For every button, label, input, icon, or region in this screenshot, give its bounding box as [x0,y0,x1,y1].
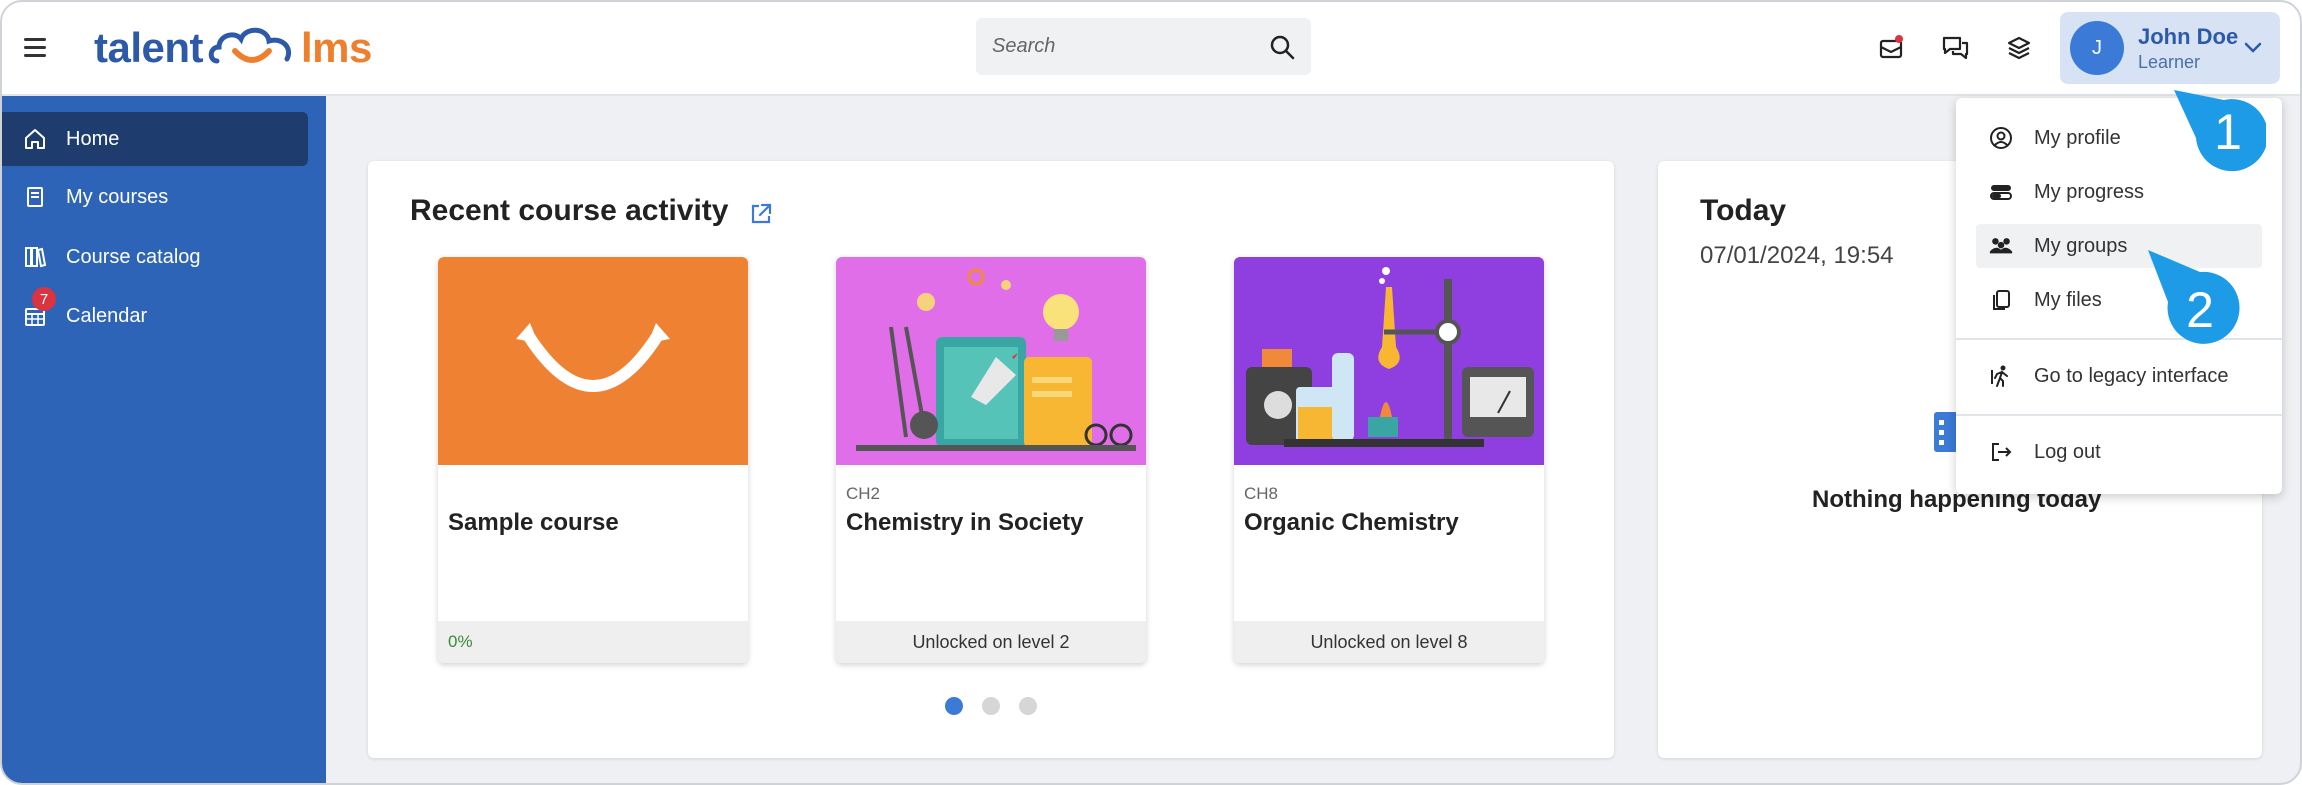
coins-stack-icon[interactable] [2002,30,2036,64]
chat-icon[interactable] [1938,30,1972,64]
step-callout-2: 2 [2186,282,2214,338]
course-card-sample[interactable]: Sample course 0% [438,257,748,663]
books-icon [22,244,48,270]
books-rocket-illustration [856,268,1136,451]
menu-item-label: My profile [2034,126,2121,149]
sidebar-item-label: Course catalog [66,245,201,268]
course-lock-status: Unlocked on level 2 [836,621,1146,663]
smile-logo-icon [516,323,670,392]
sidebar-item-calendar[interactable]: Calendar 7 [2,287,308,343]
files-icon [1988,287,2014,313]
course-code: CH8 [1244,484,1279,503]
cloud-smile-icon [208,27,291,64]
menu-icon[interactable] [24,38,46,58]
sidebar-item-home[interactable]: Home [2,112,308,166]
menu-item-label: My files [2034,288,2102,311]
menu-divider [1956,414,2282,416]
today-datetime: 07/01/2024, 19:54 [1700,242,1894,269]
menu-item-label: Go to legacy interface [2034,364,2229,387]
book-icon [22,184,48,210]
logout-icon [1988,439,2014,465]
today-title: Today [1700,194,1787,227]
course-title: Organic Chemistry [1244,509,1459,536]
carousel-dot-1[interactable] [945,697,963,715]
search-input[interactable] [992,35,1269,58]
menu-item-legacy-interface[interactable]: Go to legacy interface [1976,354,2262,398]
sidebar-item-course-catalog[interactable]: Course catalog [2,230,308,284]
menu-item-label: Log out [2034,440,2101,463]
sidebar-item-my-courses[interactable]: My courses [2,170,308,224]
course-card-chemistry-in-society[interactable]: CH2 Chemistry in Society Unlocked on lev… [836,257,1146,663]
carousel-dot-3[interactable] [1019,697,1037,715]
external-link-icon[interactable] [748,201,774,227]
sidebar-item-label: Calendar [66,304,148,327]
legacy-icon [1988,363,2014,389]
sidebar-item-label: Home [66,127,120,150]
menu-item-label: My progress [2034,180,2145,203]
course-code: CH2 [846,484,881,503]
course-progress: 0% [438,621,748,663]
menu-item-log-out[interactable]: Log out [1976,430,2262,474]
menu-item-label: My groups [2034,234,2128,257]
user-name: John Doe [2138,23,2239,49]
sidebar-item-label: My courses [66,185,169,208]
home-icon [22,126,48,152]
course-thumbnail [1234,257,1544,465]
sidebar: Home My courses Course catalog Calendar … [2,96,326,783]
logo-text-talent: talent [94,24,204,71]
course-title: Chemistry in Society [846,509,1084,536]
course-title: Sample course [448,509,619,536]
chevron-down-icon [2244,42,2262,53]
progress-icon [1988,179,2014,205]
logo[interactable]: talent lms [94,20,372,76]
user-role: Learner [2138,51,2201,72]
mail-notification-icon[interactable] [1874,30,1908,64]
course-card-organic-chemistry[interactable]: CH8 Organic Chemistry Unlocked on level … [1234,257,1544,663]
step-callout-1: 1 [2214,104,2242,160]
search-box [976,18,1311,75]
user-menu-button[interactable]: J John Doe Learner [2060,12,2280,84]
course-lock-status: Unlocked on level 8 [1234,621,1544,663]
user-circle-icon [1988,125,2014,151]
top-bar: talent lms Search J John Doe Learner [2,2,2300,96]
avatar: J [2070,21,2124,75]
course-thumbnail [438,257,748,465]
lab-equipment-illustration [1246,267,1534,447]
calendar-badge: 7 [32,287,56,311]
carousel-dot-2[interactable] [982,697,1000,715]
logo-text-lms: lms [301,24,372,71]
users-icon [1988,233,2014,259]
recent-activity-title: Recent course activity [410,194,729,227]
app-window: talent lms Search J John Doe Learner Hom… [0,0,2302,785]
course-thumbnail [836,257,1146,465]
search-icon[interactable] [1269,34,1295,60]
calendar-empty-icon [1934,412,1958,452]
